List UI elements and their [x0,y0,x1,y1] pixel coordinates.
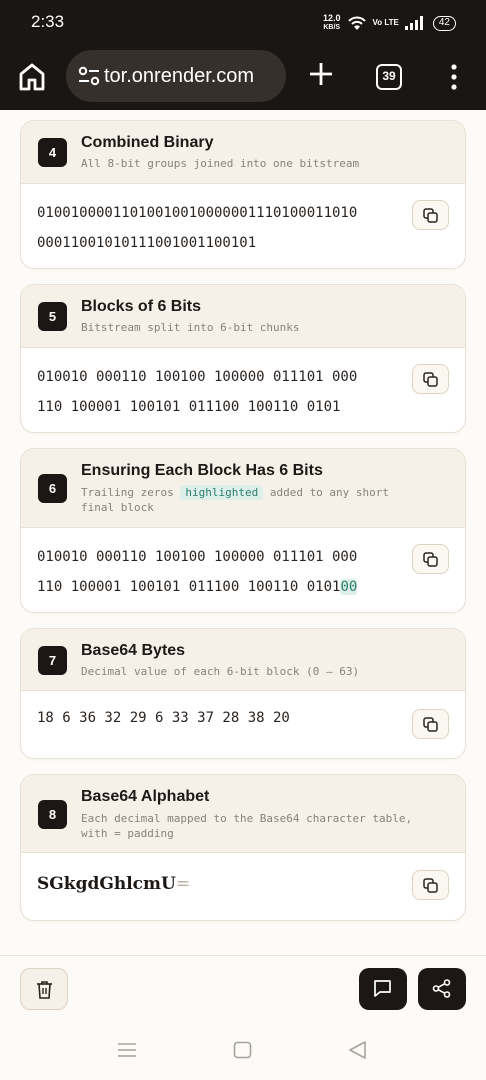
card-body: 010010000110100100100000011101000110​10 … [21,184,465,268]
bottom-toolbar [0,955,486,1020]
signal-icon [404,16,423,30]
card-title: Base64 Bytes [81,642,186,659]
share-button[interactable] [418,968,466,1010]
copy-icon [423,372,438,387]
status-time: 2:33 [31,12,65,31]
copy-button[interactable] [412,870,449,900]
step-card-combined-binary: 4 Combined Binary All 8-bit groups joine… [20,120,466,269]
step-number: 5 [38,302,67,331]
copy-button[interactable] [412,709,449,739]
card-body: 18 6 36 32 29 6 33 37 28 38 20 [21,691,465,758]
step-number: 4 [38,138,67,167]
card-subtitle: All 8-bit groups joined into one bitstre… [81,157,360,170]
page-content: 4 Combined Binary All 8-bit groups joine… [0,110,486,955]
padding-zeros: 00 [340,579,358,595]
system-nav-bar [0,1020,486,1080]
step-card-ensuring-6-bits: 6 Ensuring Each Block Has 6 Bits Trailin… [20,448,466,613]
highlighted-word: highlighted [180,485,264,500]
card-title: Blocks of 6 Bits [81,298,202,315]
battery-indicator: 42 [432,15,456,31]
wifi-icon [347,16,366,30]
home-nav-icon[interactable] [233,1041,252,1059]
tune-icon[interactable] [78,66,100,86]
trash-icon [37,981,52,999]
card-subtitle: Decimal value of each 6-bit block (0 – 6… [81,665,360,678]
card-header: 6 Ensuring Each Block Has 6 Bits Trailin… [21,449,465,528]
clear-button[interactable] [20,968,68,1010]
url-text: tor.onrender.com [104,65,255,87]
step-card-base64-alphabet: 8 Base64 Alphabet Each decimal mapped to… [20,774,466,921]
copy-icon [423,878,438,893]
padded-blocks-output[interactable]: 010010 000110 100100 100000 011101 000 1… [37,542,397,602]
status-icons: 12.0 KB/S Vo LTE 42 [323,14,456,32]
chat-button[interactable] [359,968,407,1010]
copy-button[interactable] [412,544,449,574]
blocks-output[interactable]: 010010 000110 100100 100000 011101 000 1… [37,362,397,422]
copy-icon [423,717,438,732]
volte-indicator: Vo LTE [372,18,399,27]
share-icon [432,979,451,998]
step-number: 7 [38,646,67,675]
card-header: 7 Base64 Bytes Decimal value of each 6-b… [21,629,465,691]
card-header: 4 Combined Binary All 8-bit groups joine… [21,121,465,184]
card-subtitle: Trailing zeros highlighted added to any … [81,485,390,514]
recents-icon[interactable] [117,1042,137,1058]
step-card-blocks-of-6-bits: 5 Blocks of 6 Bits Bitstream split into … [20,284,466,433]
step-number: 6 [38,474,67,503]
card-title: Combined Binary [81,134,214,151]
card-body: 010010 000110 100100 100000 011101 000 1… [21,348,465,432]
network-speed: 12.0 KB/S [322,13,341,32]
step-number: 8 [38,800,67,829]
card-subtitle: Each decimal mapped to the Base64 charac… [81,812,413,840]
copy-button[interactable] [412,200,449,230]
address-bar[interactable]: tor.onrender.com [66,50,286,102]
chat-icon [374,980,391,997]
step-card-base64-bytes: 7 Base64 Bytes Decimal value of each 6-b… [20,628,466,759]
copy-icon [423,552,438,567]
card-body: 010010 000110 100100 100000 011101 000 1… [21,528,465,612]
home-icon[interactable] [18,62,46,92]
browser-toolbar: tor.onrender.com 39 [0,46,486,110]
card-header: 5 Blocks of 6 Bits Bitstream split into … [21,285,465,348]
base64-output[interactable]: SGkgdGhlcmU= [37,874,190,894]
card-subtitle: Bitstream split into 6-bit chunks [81,321,300,334]
bytes-output[interactable]: 18 6 36 32 29 6 33 37 28 38 20 [37,703,397,733]
binary-output[interactable]: 010010000110100100100000011101000110​10 … [37,198,397,258]
copy-button[interactable] [412,364,449,394]
status-bar: 2:33 12.0 KB/S Vo LTE 42 [0,0,486,46]
card-header: 8 Base64 Alphabet Each decimal mapped to… [21,775,465,853]
back-icon[interactable] [348,1040,367,1060]
card-body: SGkgdGhlcmU= [21,853,465,920]
base64-padding: = [175,874,191,894]
copy-icon [423,208,438,223]
plus-icon[interactable] [307,60,335,88]
card-title: Ensuring Each Block Has 6 Bits [81,462,323,479]
kebab-menu-icon[interactable] [444,62,464,92]
tab-switcher-button[interactable]: 39 [376,64,402,90]
card-title: Base64 Alphabet [81,788,210,805]
